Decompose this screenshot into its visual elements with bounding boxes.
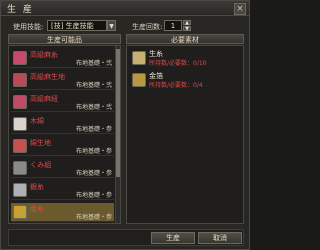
item-name: 綿生地 bbox=[30, 139, 51, 147]
item-name: 銀糸 bbox=[30, 183, 44, 191]
skill-label: 使用技能: bbox=[13, 23, 44, 31]
item-requirement: 布地基礎・弐 bbox=[75, 60, 112, 67]
cancel-button[interactable]: 取消 bbox=[198, 232, 242, 244]
item-icon bbox=[13, 205, 27, 219]
materials-list: 生糸 所持数/必要数：0/10 金箔 所持数/必要数：0/4 bbox=[126, 45, 244, 224]
item-name: 高級麻生地 bbox=[30, 73, 65, 81]
count-up-button[interactable]: ▲ bbox=[183, 20, 191, 26]
item-requirement: 布地基礎・弐 bbox=[75, 82, 112, 89]
item-name: 高級麻紐 bbox=[30, 95, 58, 103]
material-quantity: 所持数/必要数：0/10 bbox=[149, 60, 207, 67]
item-requirement: 布地基礎・参 bbox=[75, 148, 112, 155]
material-quantity: 所持数/必要数：0/4 bbox=[149, 82, 203, 89]
production-window: 生 産 × 使用技能: [技] 生産技能 ▼ 生産回数: 1 ▲ ▼ 生産可能品… bbox=[0, 0, 250, 250]
list-item[interactable]: 高級麻生地布地基礎・弐 bbox=[11, 71, 114, 90]
list-item[interactable]: 綿生地布地基礎・参 bbox=[11, 137, 114, 156]
material-icon bbox=[132, 51, 146, 65]
count-down-button[interactable]: ▼ bbox=[183, 26, 191, 32]
skill-select[interactable]: [技] 生産技能 bbox=[47, 20, 107, 31]
list-header: 生産可能品 bbox=[8, 34, 121, 44]
item-icon bbox=[13, 139, 27, 153]
material-item[interactable]: 金箔 所持数/必要数：0/4 bbox=[130, 71, 240, 89]
materials-header: 必要素材 bbox=[126, 34, 244, 44]
chevron-down-icon[interactable]: ▼ bbox=[107, 20, 116, 31]
item-requirement: 布地基礎・弐 bbox=[75, 104, 112, 111]
item-icon bbox=[13, 95, 27, 109]
item-icon bbox=[13, 73, 27, 87]
scroll-thumb[interactable] bbox=[116, 49, 120, 177]
item-requirement: 布地基礎・参 bbox=[75, 214, 112, 221]
item-icon bbox=[13, 183, 27, 197]
list-item[interactable]: 高級麻糸布地基礎・弐 bbox=[11, 49, 114, 68]
item-icon bbox=[13, 51, 27, 65]
count-input[interactable]: 1 bbox=[164, 20, 182, 31]
item-requirement: 布地基礎・参 bbox=[75, 170, 112, 177]
close-button[interactable]: × bbox=[234, 3, 246, 15]
list-item[interactable]: 木綿布地基礎・参 bbox=[11, 115, 114, 134]
list-item[interactable]: くみ組布地基礎・参 bbox=[11, 159, 114, 178]
produce-button[interactable]: 生産 bbox=[151, 232, 195, 244]
item-name: 金糸 bbox=[30, 205, 44, 213]
item-name: 木綿 bbox=[30, 117, 44, 125]
list-item[interactable]: 高級麻紐布地基礎・弐 bbox=[11, 93, 114, 112]
product-list: 高級麻糸 布地基礎・弐 高級麻生地 布地基礎・弐 高級麻紐 布地基礎・弐 木綿 布地基礎・参綿… bbox=[8, 45, 121, 224]
list-item[interactable]: 金糸布地基礎・参 bbox=[11, 203, 114, 222]
item-icon bbox=[13, 117, 27, 131]
title-bar[interactable]: 生 産 × bbox=[1, 1, 249, 16]
count-label: 生産回数: bbox=[132, 23, 163, 31]
material-item[interactable]: 生糸 所持数/必要数：0/10 bbox=[130, 49, 240, 67]
item-icon bbox=[13, 161, 27, 175]
window-title: 生 産 bbox=[7, 5, 34, 15]
list-scrollbar[interactable] bbox=[115, 46, 120, 223]
item-requirement: 布地基礎・参 bbox=[75, 192, 112, 199]
material-icon bbox=[132, 73, 146, 87]
item-requirement: 布地基礎・参 bbox=[75, 126, 112, 133]
list-item[interactable]: 銀糸布地基礎・参 bbox=[11, 181, 114, 200]
item-name: くみ組 bbox=[30, 161, 52, 169]
item-name: 高級麻糸 bbox=[30, 51, 58, 59]
